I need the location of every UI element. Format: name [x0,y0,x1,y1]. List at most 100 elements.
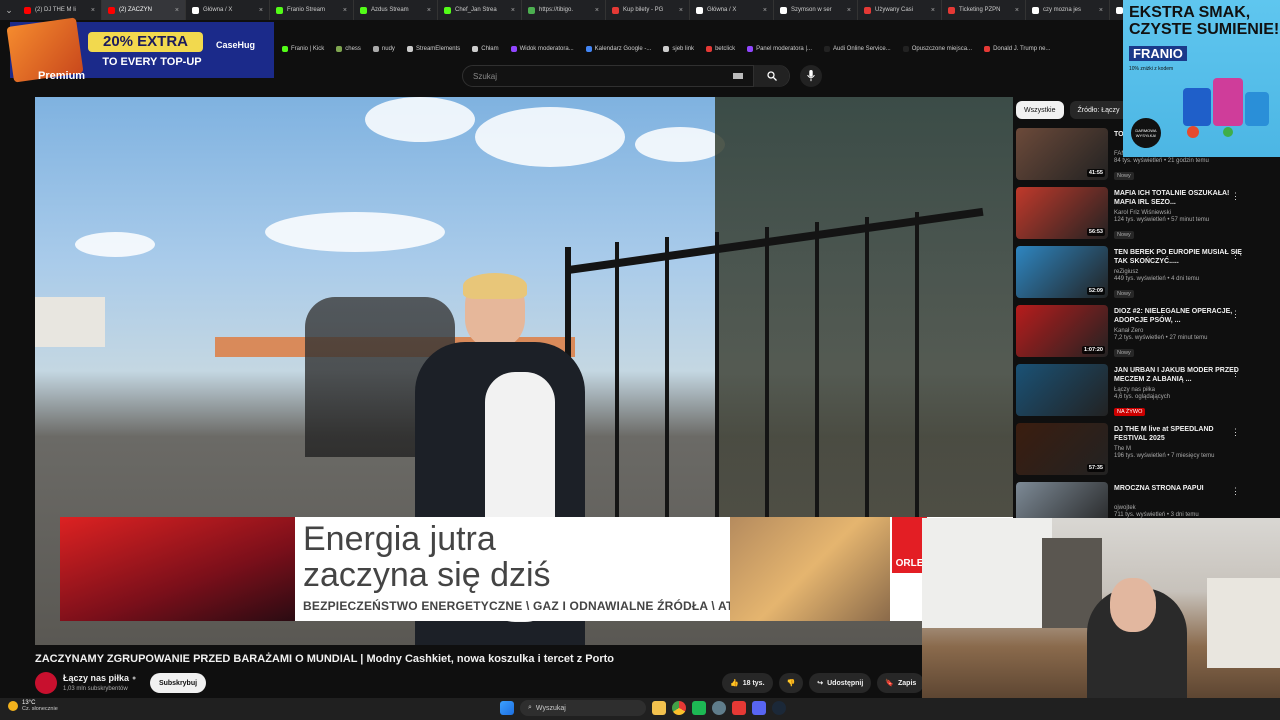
tab-close-icon[interactable]: × [679,7,683,14]
browser-tab[interactable]: https://tibigo. × [522,0,606,20]
video-stats: 4,6 tys. oglądających [1114,394,1171,400]
browser-tab[interactable]: Ticketing PZPN × [942,0,1026,20]
bookmark-item[interactable]: Opuszczone miejsca... [902,46,972,52]
video-channel[interactable]: The M [1114,446,1244,452]
video-channel[interactable]: Karol Friz Wiśniewski [1114,210,1244,216]
bookmark-item[interactable]: chess [336,46,361,52]
filter-chip[interactable]: Źródło: Łączy [1069,101,1128,119]
weather-widget[interactable]: 13°C Cz. słonecznie [8,700,58,712]
tab-close-icon[interactable]: × [1015,7,1019,14]
recommended-video[interactable]: 52:09 TEN BEREK PO EUROPIE MUSIAŁ SIĘ TAK… [1016,246,1244,305]
browser-tab[interactable]: Franio Stream × [270,0,354,20]
video-thumbnail[interactable]: 56:53 [1016,187,1108,239]
like-button[interactable]: 👍 18 tys. [722,673,773,693]
more-options-icon[interactable]: ⋮ [1231,191,1240,202]
tab-close-icon[interactable]: × [1099,7,1103,14]
video-player[interactable]: Energia jutra zaczyna się dziś BEZPIECZE… [35,97,1013,645]
filter-chip[interactable]: Wszystkie [1016,101,1064,119]
browser-tab[interactable]: (2) DJ THE M li × [18,0,102,20]
video-channel[interactable]: ojwojtek [1114,505,1244,511]
save-button[interactable]: 🔖 Zapis [877,673,925,693]
video-title[interactable]: JAN URBAN I JAKUB MODER PRZED MECZEM Z A… [1114,366,1244,384]
bookmark-item[interactable]: Franio | Kick [282,46,324,52]
video-title[interactable]: DIOZ #2: NIELEGALNE OPERACJE, ADOPCJE PS… [1114,307,1244,325]
channel-name-row[interactable]: Łączy nas piłka ● [63,673,136,683]
bookmark-item[interactable]: Kalendarz Google -... [585,46,651,52]
share-button[interactable]: ↪ Udostępnij [809,673,872,693]
taskbar-search[interactable]: ⌕ Wyszukaj [520,700,646,716]
video-title[interactable]: DJ THE M live at SPEEDLAND FESTIVAL 2025 [1114,425,1244,443]
video-thumbnail[interactable]: 41:55 [1016,128,1108,180]
more-options-icon[interactable]: ⋮ [1231,486,1240,497]
tab-close-icon[interactable]: × [427,7,431,14]
recommended-video[interactable]: 56:53 MAFIA ICH TOTALNIE OSZUKAŁA! MAFIA … [1016,187,1244,246]
dislike-button[interactable]: 👎 [778,673,804,693]
app-icon-green[interactable] [692,701,706,715]
file-explorer-icon[interactable] [652,701,666,715]
recommended-video[interactable]: 57:35 DJ THE M live at SPEEDLAND FESTIVAL… [1016,423,1244,482]
channel-name[interactable]: Łączy nas piłka [63,673,129,683]
tab-close-icon[interactable]: × [931,7,935,14]
tab-close-icon[interactable]: × [259,7,263,14]
tab-close-icon[interactable]: × [175,7,179,14]
browser-tab[interactable]: Azdus Stream × [354,0,438,20]
chrome-icon[interactable] [672,701,686,715]
bookmark-item[interactable]: nudy [372,46,395,52]
browser-tab[interactable]: (2) ZACZYN × [102,0,186,20]
bookmark-item[interactable]: StreamElements [406,46,460,52]
subscribe-button[interactable]: Subskrybuj [150,673,206,693]
tab-close-icon[interactable]: × [847,7,851,14]
video-channel[interactable]: Kanał Zero [1114,328,1244,334]
video-thumbnail[interactable]: 52:09 [1016,246,1108,298]
tab-close-icon[interactable]: × [343,7,347,14]
video-channel[interactable]: reZigiusz [1114,269,1244,275]
browser-tab[interactable]: Główna / X × [690,0,774,20]
more-options-icon[interactable]: ⋮ [1231,427,1240,438]
channel-avatar[interactable] [35,672,57,694]
tab-close-icon[interactable]: × [511,7,515,14]
steam-icon[interactable] [772,701,786,715]
video-overlay-ad[interactable]: Energia jutra zaczyna się dziś BEZPIECZE… [60,517,1013,621]
video-title[interactable]: MAFIA ICH TOTALNIE OSZUKAŁA! MAFIA IRL S… [1114,189,1244,207]
taskbar-center: ⌕ Wyszukaj [500,700,786,716]
tab-close-icon[interactable]: × [595,7,599,14]
browser-tab[interactable]: Chef_Jan Strea × [438,0,522,20]
discord-icon[interactable] [752,701,766,715]
bookmark-item[interactable]: Widok moderatora... [510,46,574,52]
bookmark-item[interactable]: sjeb link [663,46,694,52]
keyboard-icon[interactable] [733,73,743,79]
browser-tab[interactable]: Szymson w ser × [774,0,858,20]
recommended-video[interactable]: JAN URBAN I JAKUB MODER PRZED MECZEM Z A… [1016,364,1244,423]
browser-tab[interactable]: czy mozna jes × [1026,0,1110,20]
more-options-icon[interactable]: ⋮ [1231,250,1240,261]
tab-close-icon[interactable]: × [763,7,767,14]
more-options-icon[interactable]: ⋮ [1231,368,1240,379]
windows-start-icon[interactable] [500,701,514,715]
search-input[interactable]: Szukaj [463,72,733,81]
video-title[interactable]: TEN BEREK PO EUROPIE MUSIAŁ SIĘ TAK SKOŃ… [1114,248,1244,266]
more-options-icon[interactable]: ⋮ [1231,309,1240,320]
video-thumbnail[interactable]: 57:35 [1016,423,1108,475]
video-thumbnail[interactable]: 1:07:20 [1016,305,1108,357]
video-title[interactable]: MROCZNA STRONA PAPUI [1114,484,1244,502]
search-button[interactable] [753,65,789,87]
bookmark-item[interactable]: Donald J. Trump ne... [984,46,1050,52]
bookmark-item[interactable]: Panel moderatora |... [747,46,812,52]
ad-red-graphic [60,517,295,621]
tab-close-icon[interactable]: × [91,7,95,14]
settings-icon[interactable] [712,701,726,715]
bookmark-item[interactable]: Audi Online Service... [824,46,891,52]
youtube-premium-logo[interactable]: Premium [38,70,85,82]
voice-search-button[interactable] [800,65,822,87]
search-box[interactable]: Szukaj [462,65,790,87]
app-icon-red[interactable] [732,701,746,715]
recommended-video[interactable]: 1:07:20 DIOZ #2: NIELEGALNE OPERACJE, ADO… [1016,305,1244,364]
browser-tab[interactable]: Główna / X × [186,0,270,20]
video-channel[interactable]: Łączy nas piłka [1114,387,1244,393]
bookmark-item[interactable]: betclick [706,46,735,52]
bookmark-item[interactable]: Chłam [472,46,499,52]
video-thumbnail[interactable] [1016,364,1108,416]
tab-search-icon[interactable]: ⌄ [0,0,18,20]
browser-tab[interactable]: Kup bilety - PG × [606,0,690,20]
browser-tab[interactable]: Używany Casi × [858,0,942,20]
